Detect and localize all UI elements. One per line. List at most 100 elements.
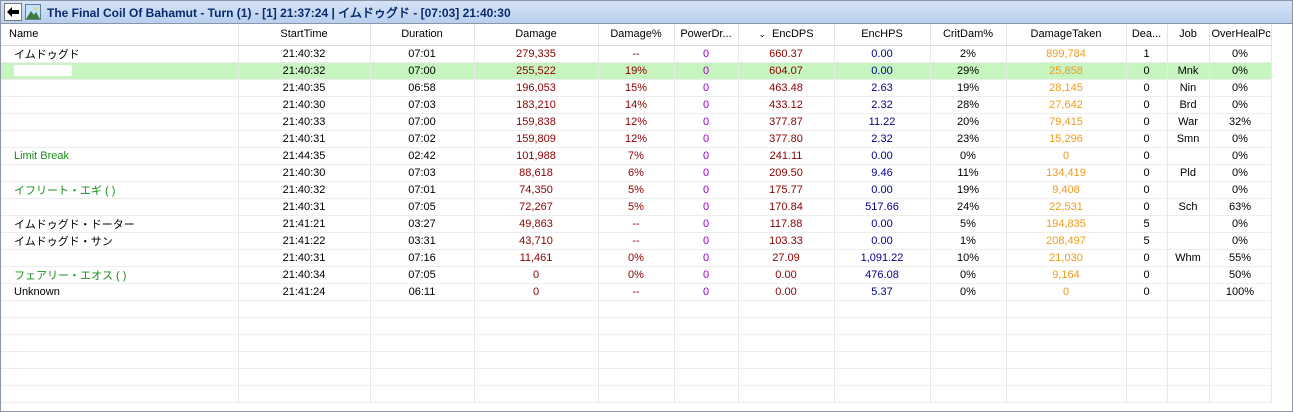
table-row[interactable]: 21:40:35 06:58 196,053 15% 0 463.48 2.63 19% 28,… xyxy=(1,79,1272,97)
cell-job: Pld xyxy=(1167,164,1210,182)
cell-damage: 88,618 xyxy=(474,164,599,182)
combatant-table[interactable]: Name StartTime Duration Damage Damage% P… xyxy=(1,24,1292,411)
table-row[interactable]: 21:40:33 07:00 159,838 12% 0 377.87 11.22 20% 79… xyxy=(1,113,1272,131)
cell-enc-dps: 377.87 xyxy=(738,113,835,131)
table-row[interactable]: 21:40:31 07:05 72,267 5% 0 170.84 517.66 24% 22,… xyxy=(1,198,1272,216)
sort-descending-icon: ⌄ xyxy=(758,29,766,40)
column-header-deaths[interactable]: Dea... xyxy=(1126,24,1168,46)
cell-damage: 279,335 xyxy=(474,45,599,63)
cell-duration: 07:03 xyxy=(370,164,475,182)
column-header-critdam[interactable]: CritDam% xyxy=(930,24,1007,46)
table-row[interactable]: Unknown 21:41:24 06:11 0 -- 0 0.00 5.37 0% 0 0 100% xyxy=(1,283,1272,301)
cell-deaths: 0 xyxy=(1126,181,1168,199)
table-row[interactable]: イフリート・エギ ( ) 21:40:32 07:01 74,350 5% 0 175.77… xyxy=(1,181,1272,199)
cell-duration: 07:16 xyxy=(370,249,475,267)
cell-deaths: 0 xyxy=(1126,113,1168,131)
table-row[interactable]: 21:40:30 07:03 183,210 14% 0 433.12 2.32 28% 27,… xyxy=(1,96,1272,114)
cell-start-time: 21:40:32 xyxy=(238,62,371,80)
cell-duration: 07:01 xyxy=(370,181,475,199)
cell-enc-hps: 476.08 xyxy=(834,266,931,284)
cell-duration: 02:42 xyxy=(370,147,475,165)
cell-damage-taken: 28,145 xyxy=(1006,79,1127,97)
cell-crit-dam: 5% xyxy=(930,215,1007,233)
cell-overheal-pct: 32% xyxy=(1209,113,1272,131)
table-row[interactable]: 21:40:31 07:02 159,809 12% 0 377.80 2.32 23% 15,… xyxy=(1,130,1272,148)
cell-deaths: 1 xyxy=(1126,45,1168,63)
cell-damage: 255,522 xyxy=(474,62,599,80)
cell-enc-dps: 27.09 xyxy=(738,249,835,267)
cell-crit-dam: 10% xyxy=(930,249,1007,267)
column-header-starttime[interactable]: StartTime xyxy=(238,24,371,46)
cell-damage-taken: 9,164 xyxy=(1006,266,1127,284)
column-header-overhealpct[interactable]: OverHealPct xyxy=(1209,24,1272,46)
column-header-encdps[interactable]: ⌄ EncDPS xyxy=(738,24,835,46)
cell-power-drain: 0 xyxy=(674,113,739,131)
cell-enc-dps: 175.77 xyxy=(738,181,835,199)
column-header-damagetaken[interactable]: DamageTaken xyxy=(1006,24,1127,46)
column-header-damage[interactable]: Damage xyxy=(474,24,599,46)
cell-power-drain: 0 xyxy=(674,79,739,97)
cell-damage-pct: -- xyxy=(598,45,675,63)
cell-enc-dps: 103.33 xyxy=(738,232,835,250)
cell-damage-taken: 79,415 xyxy=(1006,113,1127,131)
cell-enc-hps: 2.32 xyxy=(834,130,931,148)
back-button[interactable] xyxy=(4,3,22,21)
cell-name xyxy=(1,62,239,80)
table-row[interactable]: 21:40:30 07:03 88,618 6% 0 209.50 9.46 11% 134,4… xyxy=(1,164,1272,182)
cell-enc-dps: 604.07 xyxy=(738,62,835,80)
table-row[interactable]: Limit Break 21:44:35 02:42 101,988 7% 0 241.11… xyxy=(1,147,1272,165)
cell-deaths: 0 xyxy=(1126,147,1168,165)
cell-enc-hps: 0.00 xyxy=(834,232,931,250)
column-header-power-drain[interactable]: PowerDr... xyxy=(674,24,739,46)
empty-row xyxy=(1,368,1272,386)
table-row[interactable]: 21:40:32 07:00 255,522 19% 0 604.07 0.00 29% 25,… xyxy=(1,62,1272,80)
cell-overheal-pct: 0% xyxy=(1209,62,1272,80)
cell-start-time: 21:40:31 xyxy=(238,198,371,216)
table-row[interactable]: イムドゥグド・サン 21:41:22 03:31 43,710 -- 0 103.33 0.0… xyxy=(1,232,1272,250)
column-header-name[interactable]: Name xyxy=(1,24,239,46)
cell-crit-dam: 29% xyxy=(930,62,1007,80)
cell-damage: 0 xyxy=(474,266,599,284)
table-header: Name StartTime Duration Damage Damage% P… xyxy=(1,24,1272,46)
cell-power-drain: 0 xyxy=(674,283,739,301)
cell-enc-hps: 0.00 xyxy=(834,215,931,233)
cell-damage-taken: 194,835 xyxy=(1006,215,1127,233)
cell-damage-taken: 9,408 xyxy=(1006,181,1127,199)
table-row[interactable]: 21:40:31 07:16 11,461 0% 0 27.09 1,091.22 10% 21… xyxy=(1,249,1272,267)
column-header-duration[interactable]: Duration xyxy=(370,24,475,46)
cell-damage: 72,267 xyxy=(474,198,599,216)
cell-overheal-pct: 0% xyxy=(1209,130,1272,148)
cell-start-time: 21:44:35 xyxy=(238,147,371,165)
cell-damage: 49,863 xyxy=(474,215,599,233)
cell-deaths: 5 xyxy=(1126,215,1168,233)
cell-deaths: 0 xyxy=(1126,164,1168,182)
cell-start-time: 21:40:35 xyxy=(238,79,371,97)
cell-duration: 07:00 xyxy=(370,62,475,80)
cell-job xyxy=(1167,283,1210,301)
cell-enc-dps: 0.00 xyxy=(738,266,835,284)
cell-name: イムドゥグド・ドーター xyxy=(1,215,239,233)
column-header-job[interactable]: Job xyxy=(1167,24,1210,46)
cell-damage-taken: 21,030 xyxy=(1006,249,1127,267)
column-header-damage-pct[interactable]: Damage% xyxy=(598,24,675,46)
cell-duration: 03:27 xyxy=(370,215,475,233)
cell-crit-dam: 0% xyxy=(930,147,1007,165)
table-row[interactable]: イムドゥグド・ドーター 21:41:21 03:27 49,863 -- 0 117.88 0… xyxy=(1,215,1272,233)
cell-enc-dps: 463.48 xyxy=(738,79,835,97)
cell-power-drain: 0 xyxy=(674,147,739,165)
table-row[interactable]: フェアリー・エオス ( ) 21:40:34 07:05 0 0% 0 0.00 476.08… xyxy=(1,266,1272,284)
table-row[interactable]: イムドゥグド 21:40:32 07:01 279,335 -- 0 660.37 0.00 2… xyxy=(1,45,1272,63)
cell-damage: 159,838 xyxy=(474,113,599,131)
cell-name xyxy=(1,198,239,216)
cell-job: Brd xyxy=(1167,96,1210,114)
column-header-enchps[interactable]: EncHPS xyxy=(834,24,931,46)
table-body: イムドゥグド 21:40:32 07:01 279,335 -- 0 660.37 0.00 2… xyxy=(1,45,1272,403)
cell-overheal-pct: 0% xyxy=(1209,181,1272,199)
cell-enc-hps: 517.66 xyxy=(834,198,931,216)
cell-damage-taken: 899,784 xyxy=(1006,45,1127,63)
cell-name xyxy=(1,130,239,148)
cell-power-drain: 0 xyxy=(674,215,739,233)
cell-power-drain: 0 xyxy=(674,181,739,199)
cell-deaths: 0 xyxy=(1126,96,1168,114)
cell-enc-dps: 0.00 xyxy=(738,283,835,301)
